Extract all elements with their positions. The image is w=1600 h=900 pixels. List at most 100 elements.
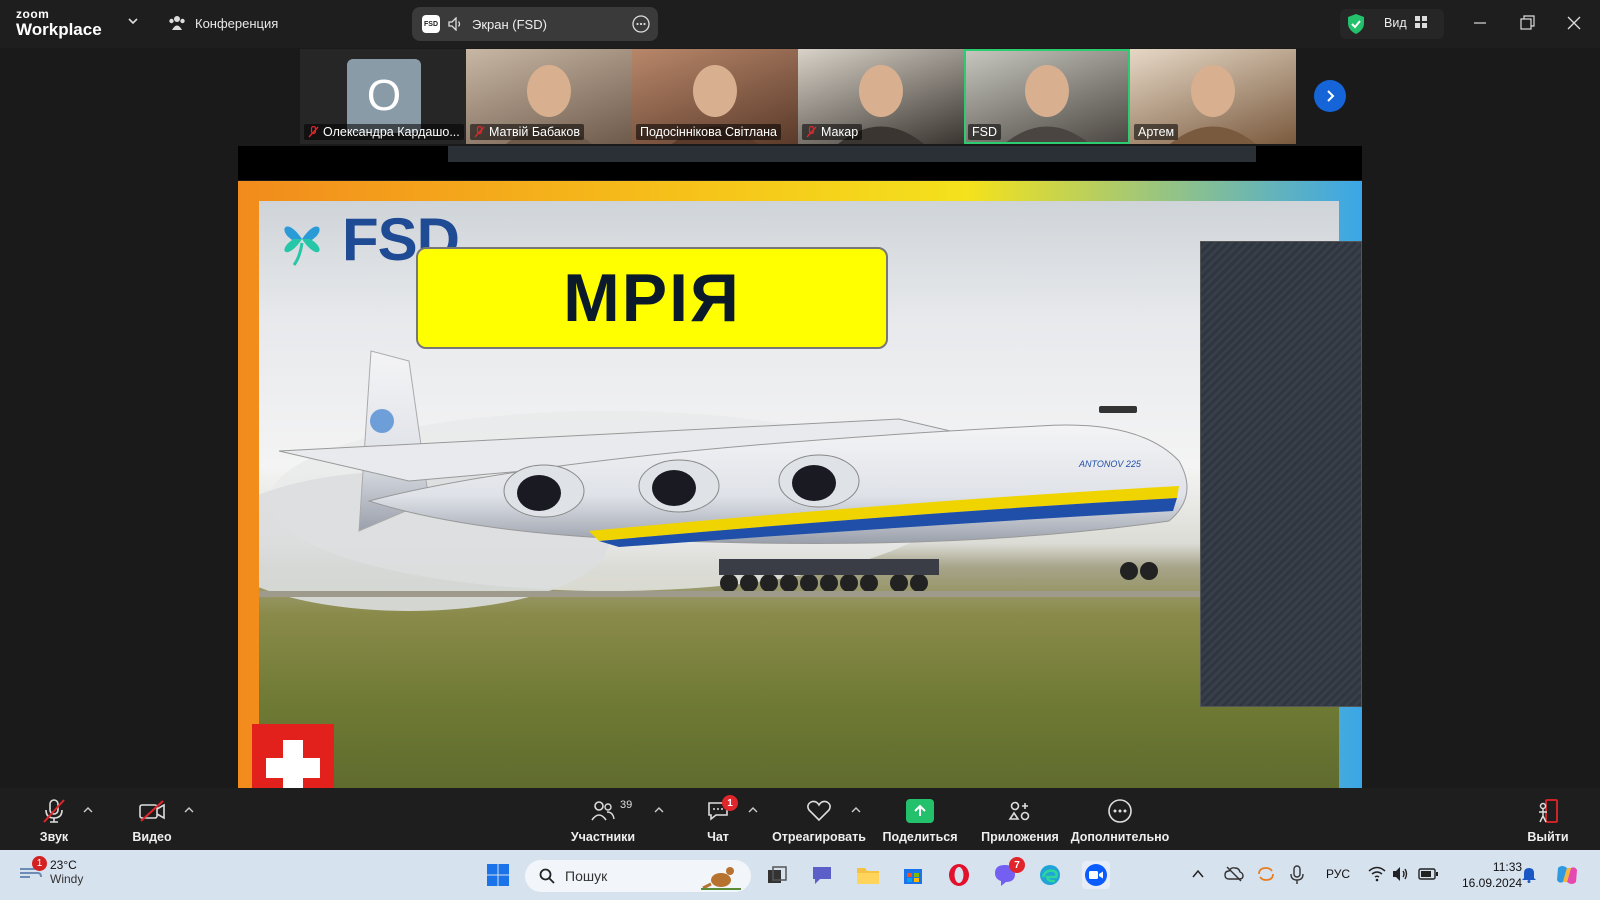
chevron-down-icon[interactable] <box>126 14 140 28</box>
language-indicator[interactable]: РУС <box>1326 867 1350 881</box>
title-bar: zoom Workplace Конференция FSD Экран (FS… <box>0 0 1600 48</box>
participant-name: Олександра Кардашо... <box>323 125 460 139</box>
wifi-icon[interactable] <box>1368 866 1386 882</box>
video-label: Видео <box>132 830 172 844</box>
chevron-up-icon[interactable] <box>1192 869 1204 879</box>
weather-badge: 1 <box>32 856 47 871</box>
mic-muted-icon <box>806 126 817 138</box>
share-toolbar-band <box>238 146 1362 180</box>
react-label: Отреагировать <box>772 830 866 844</box>
chat-button[interactable]: 1 Чат <box>700 788 738 850</box>
sync-icon[interactable] <box>1256 865 1276 883</box>
teams-app[interactable] <box>808 861 836 889</box>
zoom-logo[interactable]: zoom Workplace <box>16 8 102 38</box>
apps-button[interactable]: Приложения <box>980 788 1060 850</box>
share-owner-badge: FSD <box>422 15 440 33</box>
taskbar-search[interactable]: Пошук <box>525 860 751 892</box>
clock-date: 16.09.2024 <box>1462 876 1523 890</box>
copilot-icon[interactable] <box>1554 862 1580 888</box>
file-explorer-app[interactable] <box>854 861 882 889</box>
chevron-up-icon[interactable] <box>851 806 861 814</box>
audio-label: Звук <box>39 830 69 844</box>
edge-app[interactable] <box>1036 861 1064 889</box>
audio-button[interactable]: Звук <box>30 788 78 850</box>
more-options-icon[interactable] <box>632 15 650 33</box>
more-button[interactable]: Дополнительно <box>1071 788 1169 850</box>
participant-tile[interactable]: Артем <box>1130 49 1296 144</box>
notification-bell-icon[interactable] <box>1521 865 1537 883</box>
task-view-button[interactable] <box>763 861 791 889</box>
zoom-window: zoom Workplace Конференция FSD Экран (FS… <box>0 0 1600 900</box>
chevron-up-icon[interactable] <box>83 806 93 814</box>
logo-bottom-text: Workplace <box>16 20 102 39</box>
participant-name-tag: Олександра Кардашо... <box>304 124 464 140</box>
weather-desc: Windy <box>50 872 84 886</box>
microphone-icon[interactable] <box>1290 865 1304 885</box>
participants-icon <box>591 801 615 821</box>
volume-icon[interactable] <box>1392 866 1410 882</box>
shared-slide[interactable]: ANTONOV 225 FSD МРІЯ <box>238 181 1362 788</box>
more-icon <box>1108 799 1132 823</box>
participant-tile[interactable]: Подосіннікова Світлана <box>632 49 798 144</box>
close-icon[interactable] <box>1563 12 1585 34</box>
participant-name: Артем <box>1138 125 1175 139</box>
shield-check-icon[interactable] <box>1346 13 1366 35</box>
participant-name-tag: Макар <box>802 124 863 140</box>
video-button[interactable]: Видео <box>126 788 178 850</box>
video-overlay-panel <box>1200 241 1362 707</box>
plane-livery-text: ANTONOV 225 <box>1078 459 1142 469</box>
meeting-info-button[interactable]: Конференция <box>168 15 278 31</box>
viber-app[interactable]: 7 <box>991 857 1025 889</box>
kangaroo-doodle-icon <box>701 867 741 890</box>
battery-icon[interactable] <box>1418 867 1438 881</box>
chevron-up-icon[interactable] <box>748 806 758 814</box>
clock-time: 11:33 <box>1492 860 1523 874</box>
view-label: Вид <box>1384 16 1407 30</box>
participant-tile[interactable]: FSD <box>964 49 1130 144</box>
speaker-icon <box>448 17 461 31</box>
zoom-app[interactable] <box>1082 861 1110 889</box>
participant-tile[interactable]: Макар <box>798 49 964 144</box>
next-page-button[interactable] <box>1314 80 1346 112</box>
participants-label: Участники <box>570 830 636 844</box>
share-screen-icon <box>906 799 934 823</box>
task-view-icon <box>768 866 787 883</box>
participant-name: Подосіннікова Світлана <box>640 125 777 139</box>
apps-icon <box>1008 801 1030 821</box>
react-button[interactable]: Отреагировать <box>772 788 866 850</box>
participants-count: 39 <box>620 799 633 811</box>
participant-gallery: О Олександра Кардашо... Матвій Бабаков Подо… <box>300 49 1298 144</box>
opera-app[interactable] <box>945 861 973 889</box>
system-clock[interactable]: 11:33 16.09.2024 <box>1462 859 1522 891</box>
store-app[interactable] <box>899 861 927 889</box>
folder-icon <box>857 868 879 884</box>
store-icon <box>904 869 922 884</box>
chat-label: Чат <box>707 830 729 844</box>
grid-view-icon <box>1415 16 1427 28</box>
weather-widget[interactable]: 1 23°C Windy <box>18 856 84 886</box>
screen-share-pill[interactable]: FSD Экран (FSD) <box>412 7 658 41</box>
logo-top-text: zoom <box>16 7 50 21</box>
cloud-off-icon[interactable] <box>1224 865 1244 883</box>
share-button[interactable]: Поделиться <box>882 788 958 850</box>
slide-title: МРІЯ <box>563 260 741 336</box>
avatar: О <box>347 59 421 133</box>
screen-share-label: Экран (FSD) <box>472 16 547 32</box>
leave-icon <box>1539 799 1558 823</box>
chevron-up-icon[interactable] <box>654 806 664 814</box>
participant-name: Матвій Бабаков <box>489 125 581 139</box>
people-icon <box>169 16 185 30</box>
participant-tile[interactable]: Матвій Бабаков <box>466 49 632 144</box>
windows-logo-icon <box>487 864 509 886</box>
start-button[interactable] <box>484 861 512 889</box>
mic-muted-icon <box>43 799 65 823</box>
leave-button[interactable]: Выйти <box>1527 788 1569 850</box>
swiss-flag-icon <box>252 724 334 788</box>
zoom-icon <box>1085 864 1107 886</box>
mic-muted-icon <box>308 126 319 138</box>
restore-icon[interactable] <box>1516 12 1538 34</box>
chevron-up-icon[interactable] <box>184 806 194 814</box>
minimize-icon[interactable] <box>1469 12 1491 34</box>
participant-tile[interactable]: О Олександра Кардашо... <box>300 49 466 144</box>
participants-button[interactable]: 39 Участники <box>567 788 639 850</box>
